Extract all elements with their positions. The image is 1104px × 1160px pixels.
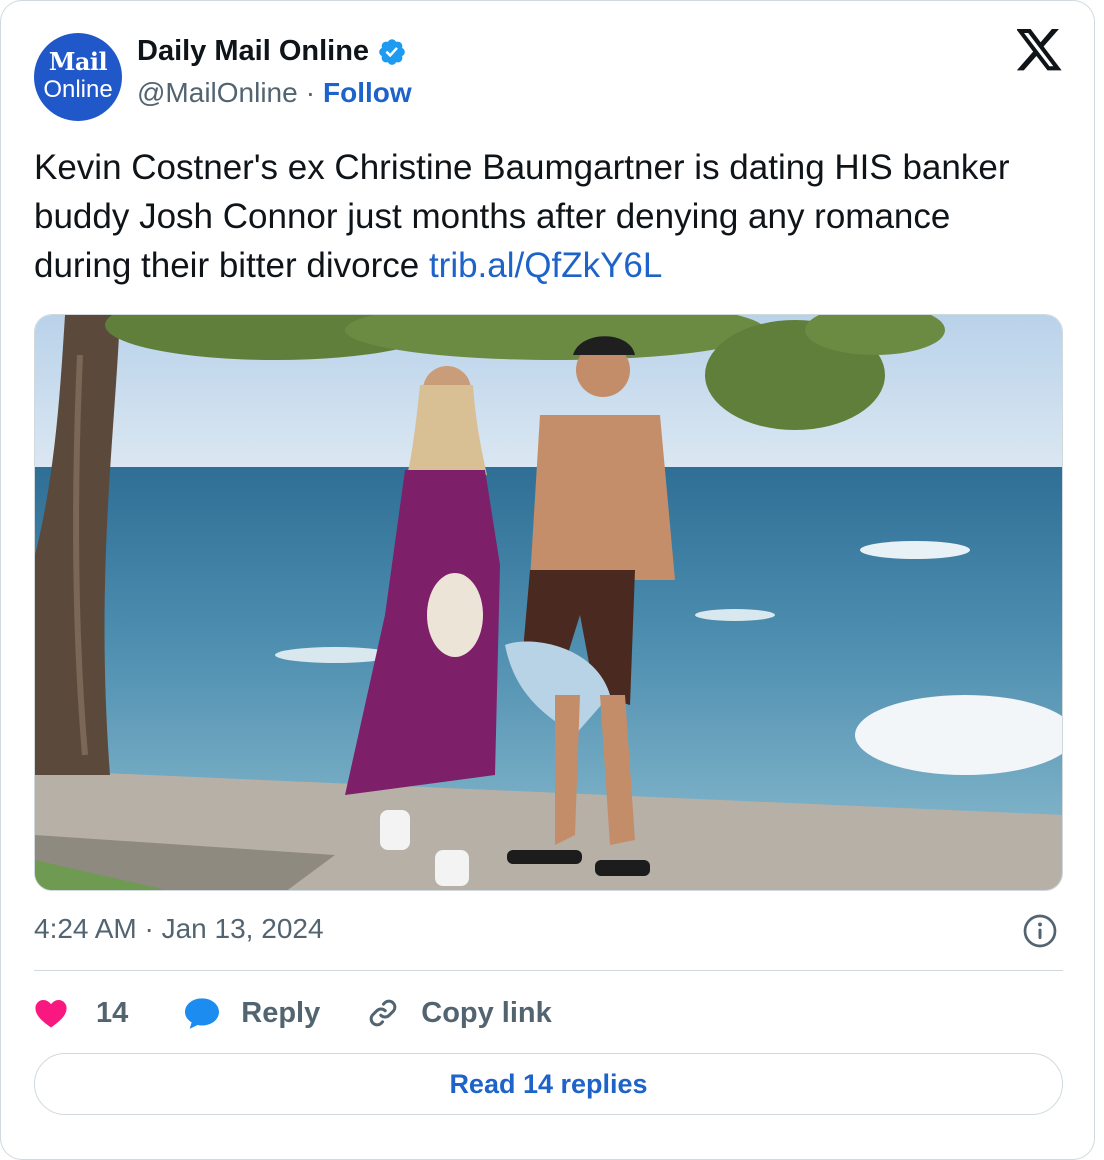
- copy-link-button[interactable]: Copy link: [365, 995, 552, 1031]
- account-name-row[interactable]: Daily Mail Online: [137, 35, 407, 68]
- action-bar: 14 Reply Copy link: [34, 993, 552, 1033]
- heart-icon: [35, 999, 67, 1028]
- avatar[interactable]: Mail Online: [34, 33, 122, 121]
- reply-label: Reply: [241, 996, 321, 1029]
- tweet-photo[interactable]: [34, 314, 1063, 891]
- like-button[interactable]: 14: [34, 997, 128, 1030]
- tweet-link[interactable]: trib.al/QfZkY6L: [429, 246, 662, 285]
- account-name[interactable]: Daily Mail Online: [137, 35, 369, 68]
- handle-row: @MailOnline · Follow: [137, 77, 412, 109]
- separator-dot: ·: [305, 77, 316, 108]
- tweet-text: Kevin Costner's ex Christine Baumgartner…: [34, 143, 1044, 290]
- x-logo-icon[interactable]: [1017, 29, 1063, 71]
- like-count: 14: [96, 996, 129, 1029]
- verified-badge-icon: [379, 38, 405, 65]
- beach-photo-illustration: [35, 315, 1062, 890]
- avatar-text-online: Online: [43, 76, 113, 103]
- account-handle[interactable]: @MailOnline: [137, 77, 298, 109]
- tweet-card: Mail Online Daily Mail Online @MailOnlin…: [0, 0, 1095, 1160]
- read-replies-button[interactable]: Read 14 replies: [34, 1053, 1063, 1115]
- divider: [34, 970, 1063, 971]
- avatar-text-mail: Mail: [48, 47, 108, 76]
- follow-link[interactable]: Follow: [323, 77, 412, 109]
- reply-bubble-icon: [185, 998, 220, 1029]
- reply-button[interactable]: Reply: [183, 996, 320, 1030]
- info-icon[interactable]: [1022, 913, 1058, 949]
- copy-link-label: Copy link: [421, 996, 552, 1029]
- tweet-timestamp[interactable]: 4:24 AM · Jan 13, 2024: [34, 913, 324, 945]
- link-icon: [369, 999, 397, 1027]
